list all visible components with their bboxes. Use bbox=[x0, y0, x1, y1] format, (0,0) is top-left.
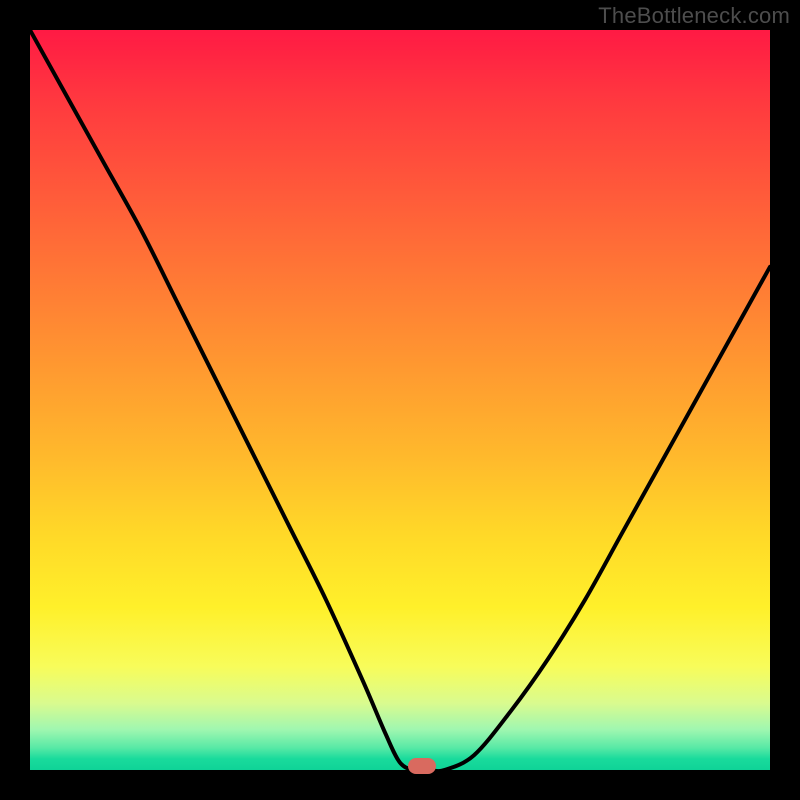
plot-area bbox=[30, 30, 770, 770]
optimal-point-marker bbox=[408, 758, 436, 774]
chart-frame: TheBottleneck.com bbox=[0, 0, 800, 800]
watermark-text: TheBottleneck.com bbox=[598, 3, 790, 29]
bottleneck-curve bbox=[30, 30, 770, 770]
